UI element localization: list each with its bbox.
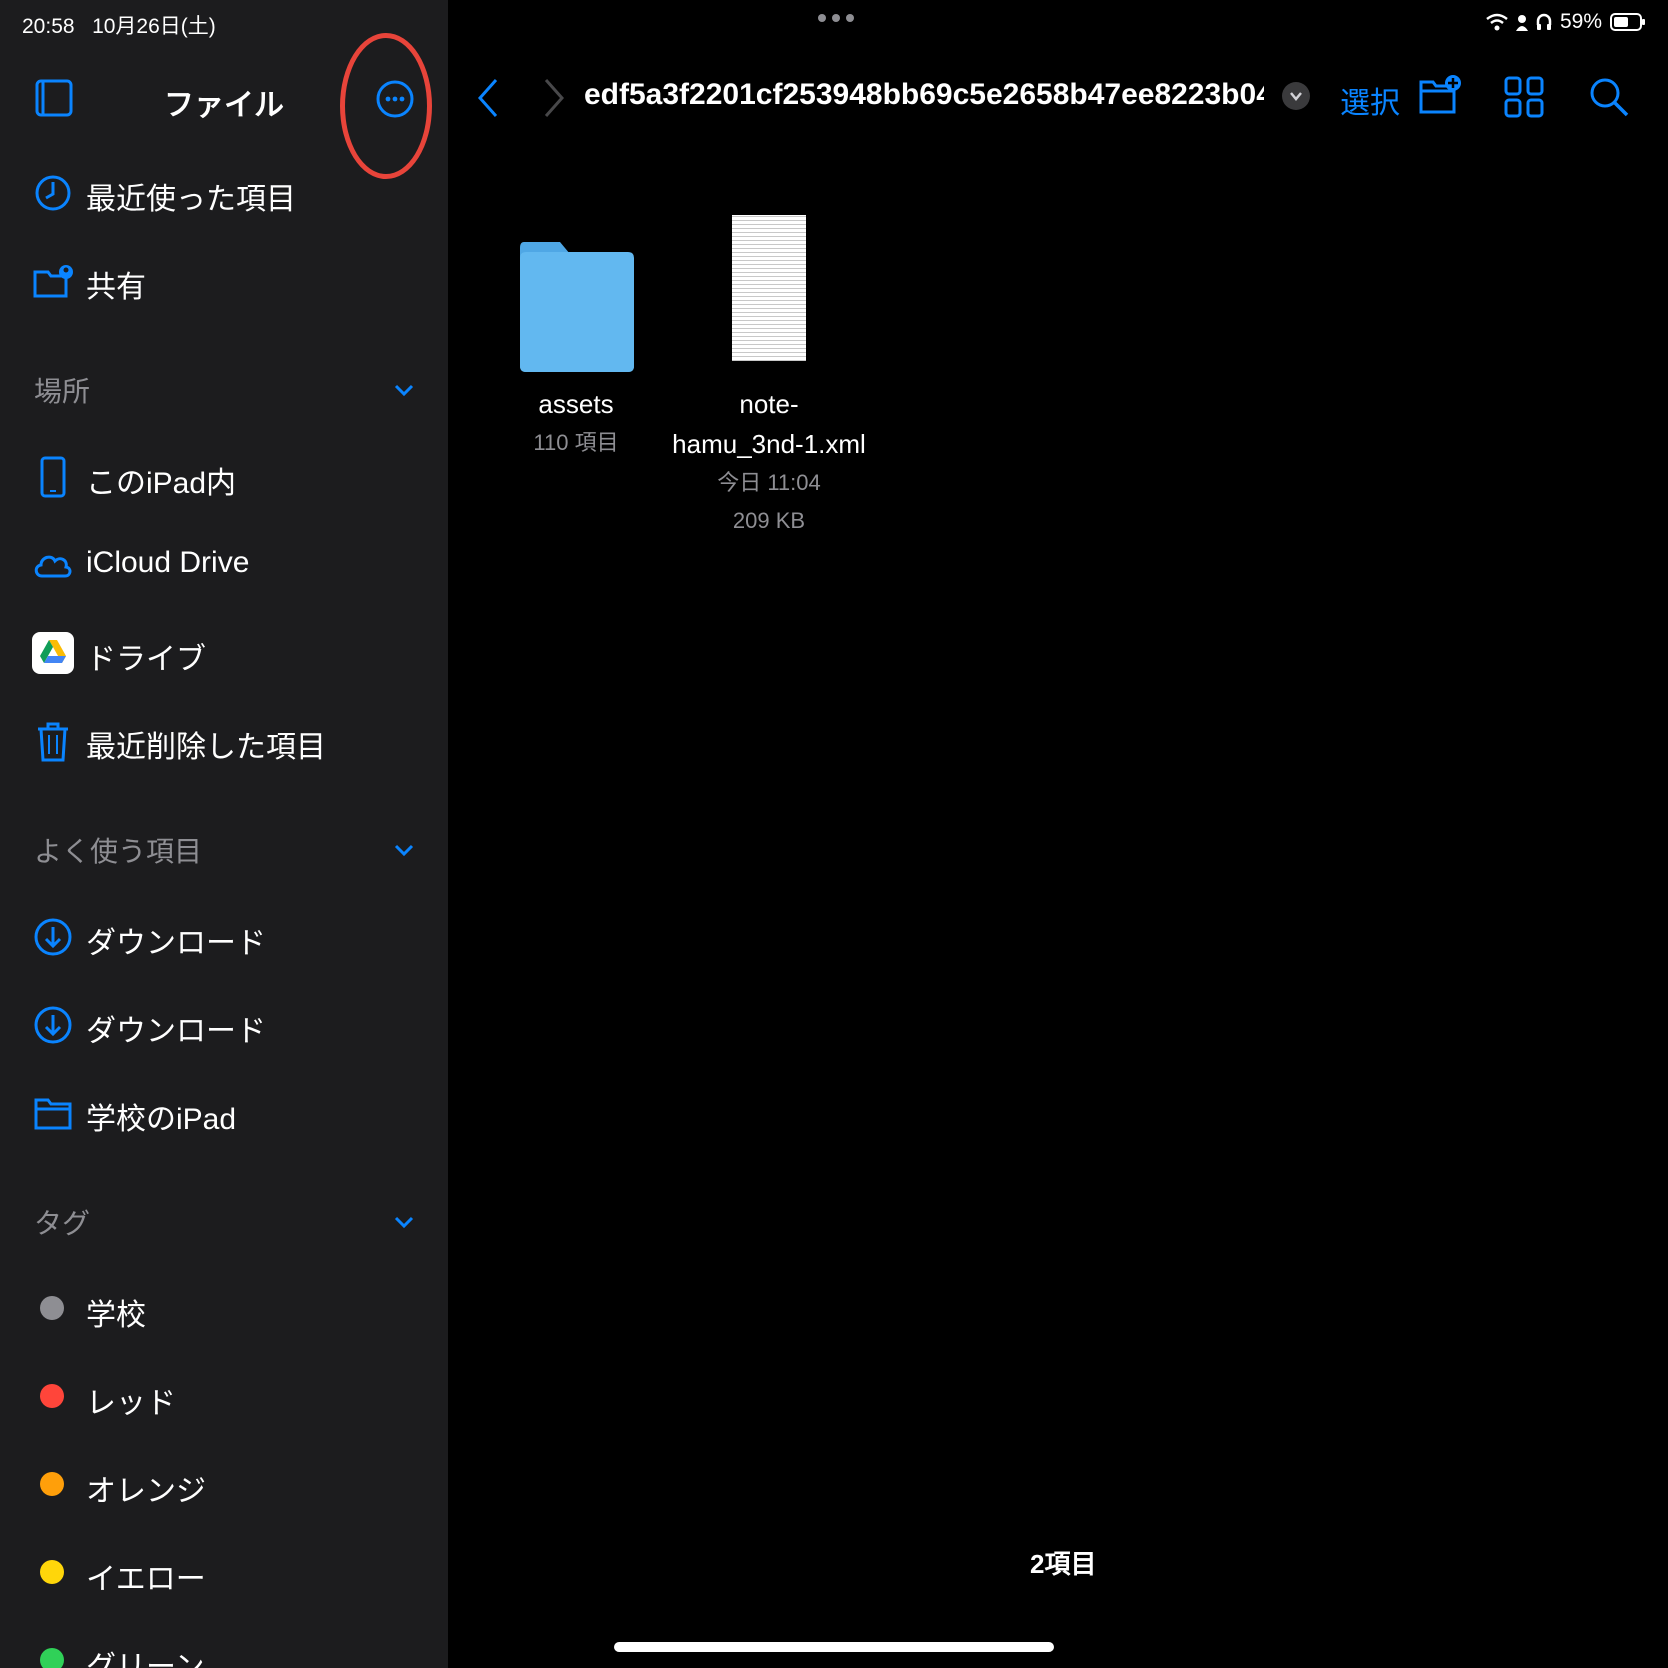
search-icon[interactable]: [1588, 76, 1630, 118]
sidebar-item-on-ipad[interactable]: このiPad内: [0, 444, 448, 508]
forward-chevron-icon[interactable]: [540, 76, 566, 120]
grid-view-icon[interactable]: [1504, 76, 1544, 118]
chevron-down-icon[interactable]: [392, 378, 416, 402]
back-chevron-icon[interactable]: [474, 76, 500, 120]
sidebar-item-downloads[interactable]: ダウンロード: [0, 904, 448, 968]
file-name-line2: hamu_3nd-1.xml: [672, 429, 866, 459]
file-name-line1: note-: [739, 389, 799, 419]
file-date: 今日 11:04: [717, 470, 821, 495]
sidebar-item-label: オレンジ: [86, 1475, 206, 1508]
file-name: assets: [538, 389, 614, 419]
sidebar-item-label: ダウンロード: [86, 1015, 266, 1048]
sidebar-item-school-ipad[interactable]: 学校のiPad: [0, 1080, 448, 1144]
sidebar-item-label: レッド: [86, 1387, 176, 1420]
sidebar-item-label: このiPad内: [86, 467, 237, 500]
sidebar-item-label: 最近削除した項目: [86, 731, 326, 764]
battery-icon: [1610, 13, 1645, 31]
folder-assets-icon[interactable]: [518, 238, 636, 374]
tag-dot-icon: [40, 1384, 64, 1408]
battery-percent: 59%: [1559, 10, 1602, 33]
sidebar: 20:58 10月26日(土) ファイル 最近使った項目 共有 場所 このiPa…: [0, 0, 448, 1668]
sidebar-item-drive[interactable]: ドライブ: [0, 620, 448, 684]
google-drive-icon: [32, 632, 74, 674]
sidebar-item-label: 学校: [86, 1299, 146, 1332]
sidebar-item-label: グリーン: [86, 1651, 205, 1668]
headphones-icon: [1536, 13, 1552, 30]
sidebar-tag-red[interactable]: レッド: [0, 1364, 448, 1428]
home-indicator[interactable]: [614, 1642, 1054, 1652]
status-date-text: 10月26日(土): [92, 15, 216, 38]
cloud-icon: [34, 555, 72, 578]
new-folder-icon[interactable]: [1418, 74, 1462, 118]
sidebar-item-label: 学校のiPad: [86, 1103, 237, 1136]
sidebar-item-shared[interactable]: 共有: [0, 248, 448, 312]
sidebar-item-label: 共有: [86, 271, 146, 304]
sidebar-item-label: イエロー: [86, 1563, 206, 1596]
sidebar-item-label: 最近使った項目: [86, 183, 296, 216]
tag-dot-icon: [40, 1560, 64, 1584]
status-time-text: 20:58: [22, 15, 75, 38]
sidebar-tag-orange[interactable]: オレンジ: [0, 1452, 448, 1516]
sidebar-item-recents[interactable]: 最近使った項目: [0, 160, 448, 224]
shared-folder-icon: [33, 265, 73, 298]
file-tile-xml[interactable]: note- hamu_3nd-1.xml 今日 11:04 209 KB: [668, 384, 870, 540]
sidebar-tag-school[interactable]: 学校: [0, 1276, 448, 1340]
item-count-label: 2項目: [1030, 1549, 1097, 1579]
select-button[interactable]: 選択: [1340, 78, 1400, 122]
sidebar-item-label: ドライブ: [86, 643, 206, 676]
folder-path-title[interactable]: edf5a3f2201cf253948bb69c5e2658b47ee8223b…: [584, 78, 1264, 112]
multitasking-dots-icon[interactable]: [818, 14, 854, 22]
highlight-ring: [340, 33, 432, 179]
document-thumbnail[interactable]: [726, 205, 812, 371]
section-locations: 場所: [34, 376, 91, 407]
sidebar-item-label: iCloud Drive: [86, 546, 250, 579]
chevron-down-icon[interactable]: [392, 838, 416, 862]
tag-dot-icon: [40, 1648, 64, 1668]
sidebar-item-icloud[interactable]: iCloud Drive: [0, 532, 448, 596]
trash-icon: [38, 722, 68, 762]
tag-dot-icon: [40, 1472, 64, 1496]
download-icon: [34, 1006, 72, 1044]
clock-icon: [35, 175, 71, 211]
person-icon: [1515, 15, 1528, 31]
file-item-count: 110 項目: [533, 430, 619, 455]
path-menu-chevron-icon[interactable]: [1282, 82, 1310, 110]
wifi-icon: [1486, 13, 1508, 31]
chevron-down-icon[interactable]: [392, 1210, 416, 1234]
file-size: 209 KB: [732, 508, 806, 533]
sidebar-item-downloads-2[interactable]: ダウンロード: [0, 992, 448, 1056]
sidebar-item-recently-deleted[interactable]: 最近削除した項目: [0, 708, 448, 772]
sidebar-tag-yellow[interactable]: イエロー: [0, 1540, 448, 1604]
file-tile-assets[interactable]: assets 110 項目: [496, 384, 656, 462]
tag-dot-icon: [40, 1296, 64, 1320]
sidebar-item-label: ダウンロード: [86, 927, 266, 960]
sidebar-tag-green[interactable]: グリーン: [0, 1628, 448, 1668]
section-favorites: よく使う項目: [34, 836, 203, 867]
section-tags: タグ: [34, 1208, 91, 1239]
download-icon: [34, 918, 72, 956]
folder-icon: [34, 1098, 72, 1130]
status-time: 20:58 10月26日(土): [22, 10, 216, 40]
status-indicators: 59%: [1486, 10, 1646, 34]
ipad-icon: [40, 456, 66, 498]
